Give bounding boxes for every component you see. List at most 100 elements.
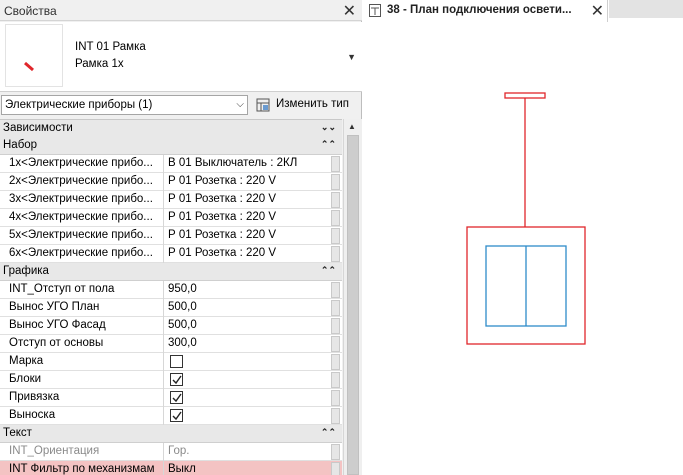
property-name: INT_Отступ от пола (0, 281, 164, 299)
property-row[interactable]: Отступ от основы 300,0 (0, 335, 342, 353)
property-name: INT_Ориентация (0, 443, 164, 461)
filter-row: Электрические приборы (1) ⌵ Изменить тип (0, 94, 362, 118)
property-row[interactable]: 5х<Электрические прибо... Р 01 Розетка :… (0, 227, 342, 245)
property-value[interactable]: Выкл (165, 461, 330, 475)
edit-type-icon (256, 98, 270, 112)
row-scroll-handle (331, 408, 340, 424)
type-family-name: INT 01 Рамка (75, 41, 146, 53)
property-row[interactable]: 4х<Электрические прибо... Р 01 Розетка :… (0, 209, 342, 227)
property-row-checkbox[interactable]: Привязка (0, 389, 342, 407)
category-filter-dropdown[interactable]: Электрические приборы (1) ⌵ (1, 95, 248, 115)
property-row-highlighted[interactable]: INT Фильтр по механизмам Выкл (0, 461, 342, 475)
row-scroll-handle (331, 282, 340, 298)
property-row[interactable]: 2х<Электрические прибо... Р 01 Розетка :… (0, 173, 342, 191)
property-value[interactable]: Р 01 Розетка : 220 V (165, 227, 330, 245)
scroll-up-icon[interactable]: ▲ (348, 122, 356, 131)
properties-panel: Свойства ✕ INT 01 Рамка Рамка 1х ▼ Элект… (0, 0, 362, 475)
type-name: Рамка 1х (75, 58, 124, 70)
row-scroll-handle (331, 174, 340, 190)
expand-chevron-icon[interactable]: ⌄⌄ (321, 122, 336, 133)
collapse-chevron-icon[interactable]: ⌃⌃ (321, 139, 336, 150)
drawing-canvas[interactable] (363, 22, 683, 475)
edit-type-label: Изменить тип (276, 98, 349, 110)
property-value[interactable]: Р 01 Розетка : 220 V (165, 173, 330, 191)
properties-grid: Зависимости ⌄⌄ Набор ⌃⌃ 1х<Электрические… (0, 119, 342, 475)
property-name: 1х<Электрические прибо... (0, 155, 164, 173)
property-row[interactable]: INT_Ориентация Гор. (0, 443, 342, 461)
category-filter-value: Электрические приборы (1) (5, 99, 153, 111)
property-row[interactable]: Вынос УГО Фасад 500,0 (0, 317, 342, 335)
property-name: INT Фильтр по механизмам (0, 461, 164, 475)
property-value[interactable]: Р 01 Розетка : 220 V (165, 209, 330, 227)
property-name: Марка (0, 353, 164, 371)
section-title: Текст (3, 427, 32, 439)
row-scroll-handle (331, 192, 340, 208)
tag-checkbox[interactable] (170, 355, 183, 368)
chevron-down-icon: ⌵ (236, 99, 244, 110)
collapse-chevron-icon[interactable]: ⌃⌃ (321, 265, 336, 276)
section-title: Набор (3, 139, 38, 151)
properties-scrollbar[interactable]: ▲ (343, 119, 362, 475)
section-header-constraints[interactable]: Зависимости ⌄⌄ (0, 120, 342, 138)
property-row[interactable]: 1х<Электрические прибо... В 01 Выключате… (0, 155, 342, 173)
property-name: Выноска (0, 407, 164, 425)
type-selector[interactable]: INT 01 Рамка Рамка 1х ▼ (0, 22, 362, 92)
property-value[interactable]: 500,0 (165, 299, 330, 317)
scrollbar-thumb[interactable] (347, 135, 359, 475)
section-title: Графика (3, 265, 49, 277)
property-value[interactable]: Р 01 Розетка : 220 V (165, 191, 330, 209)
property-row[interactable]: INT_Отступ от пола 950,0 (0, 281, 342, 299)
property-name: Отступ от основы (0, 335, 164, 353)
property-value[interactable]: В 01 Выключатель : 2КЛ (165, 155, 330, 173)
row-scroll-handle (331, 156, 340, 172)
property-row[interactable]: 6х<Электрические прибо... Р 01 Розетка :… (0, 245, 342, 263)
view-tab[interactable]: 38 - План подключения освети... ✕ (363, 0, 608, 22)
row-scroll-handle (331, 318, 340, 334)
outlet-symbol-tick (504, 92, 546, 99)
property-value[interactable]: 500,0 (165, 317, 330, 335)
tab-bar-background (609, 0, 683, 18)
row-scroll-handle (331, 300, 340, 316)
property-name: 3х<Электрические прибо... (0, 191, 164, 209)
property-row-checkbox[interactable]: Блоки (0, 371, 342, 389)
property-row-checkbox[interactable]: Марка (0, 353, 342, 371)
row-scroll-handle (331, 336, 340, 352)
properties-title: Свойства (4, 4, 57, 18)
row-scroll-handle (331, 228, 340, 244)
binding-checkbox[interactable] (170, 391, 183, 404)
property-value[interactable]: 300,0 (165, 335, 330, 353)
property-name: Вынос УГО План (0, 299, 164, 317)
row-scroll-handle (331, 354, 340, 370)
floor-plan-icon (369, 4, 381, 17)
leader-checkbox[interactable] (170, 409, 183, 422)
edit-type-button[interactable]: Изменить тип (253, 95, 359, 115)
property-row[interactable]: 3х<Электрические прибо... Р 01 Розетка :… (0, 191, 342, 209)
row-scroll-handle (331, 246, 340, 262)
row-scroll-handle (331, 210, 340, 226)
property-value: Гор. (168, 445, 190, 457)
property-name: Вынос УГО Фасад (0, 317, 164, 335)
chevron-down-icon[interactable]: ▼ (347, 52, 356, 62)
property-value[interactable]: Р 01 Розетка : 220 V (165, 245, 330, 263)
row-scroll-handle (331, 462, 340, 475)
view-tab-label: 38 - План подключения освети... (387, 4, 572, 16)
row-scroll-handle (331, 444, 340, 460)
properties-title-bar: Свойства ✕ (0, 0, 362, 21)
property-row-checkbox[interactable]: Выноска (0, 407, 342, 425)
property-row[interactable]: Вынос УГО План 500,0 (0, 299, 342, 317)
property-name: Привязка (0, 389, 164, 407)
section-header-graphics[interactable]: Графика ⌃⌃ (0, 263, 342, 281)
blocks-checkbox[interactable] (170, 373, 183, 386)
row-scroll-handle (331, 372, 340, 388)
property-name: 2х<Электрические прибо... (0, 173, 164, 191)
section-header-text[interactable]: Текст ⌃⌃ (0, 425, 342, 443)
close-icon[interactable]: ✕ (591, 1, 604, 21)
type-preview-image (5, 24, 63, 87)
property-value[interactable]: 950,0 (165, 281, 330, 299)
property-name: 6х<Электрические прибо... (0, 245, 164, 263)
close-icon[interactable]: ✕ (343, 1, 356, 21)
section-header-set[interactable]: Набор ⌃⌃ (0, 137, 342, 155)
property-name: 4х<Электрические прибо... (0, 209, 164, 227)
property-name: Блоки (0, 371, 164, 389)
collapse-chevron-icon[interactable]: ⌃⌃ (321, 427, 336, 438)
